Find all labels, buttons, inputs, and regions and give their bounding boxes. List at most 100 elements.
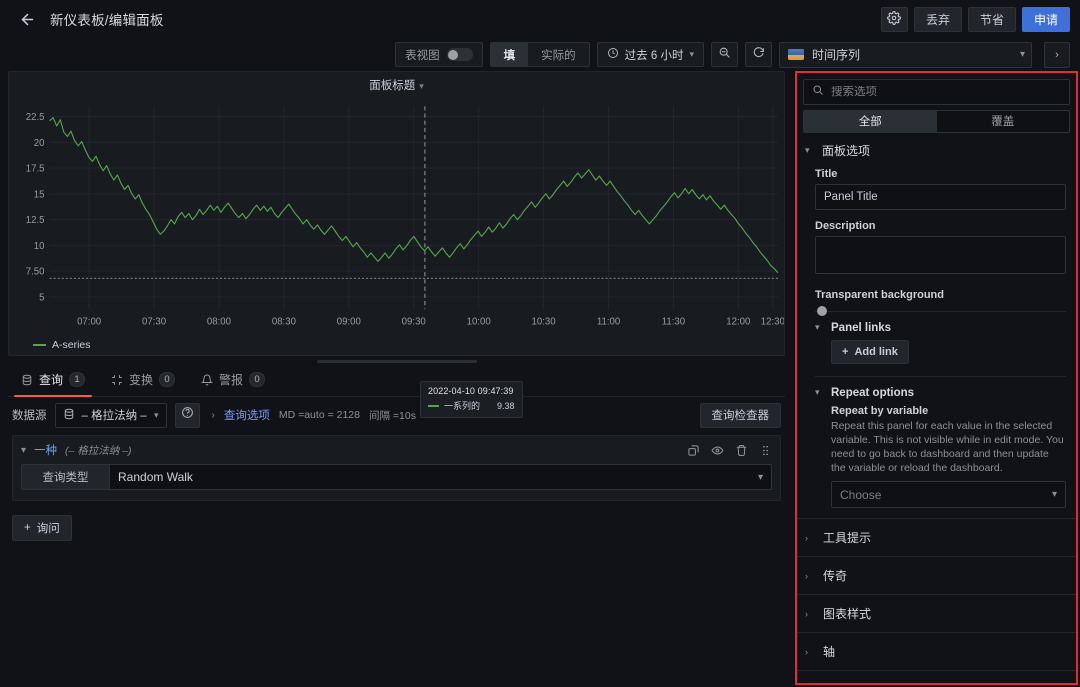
svg-text:08:30: 08:30	[272, 317, 297, 328]
table-view-toggle[interactable]: 表视图	[395, 42, 483, 67]
query-type-value: Random Walk	[118, 470, 193, 484]
duplicate-icon[interactable]	[687, 444, 700, 457]
timeseries-thumb-icon	[788, 49, 804, 60]
options-tab-all[interactable]: 全部	[804, 111, 937, 132]
fill-segment[interactable]: 填	[491, 43, 529, 66]
trash-icon[interactable]	[735, 444, 748, 457]
query-ref-id[interactable]: 一种	[34, 442, 57, 458]
options-scroll-area[interactable]: ▾ 面板选项 Title Description T	[797, 133, 1076, 683]
chart-legend[interactable]: A-series	[9, 335, 784, 355]
field-description: Description	[815, 220, 1066, 279]
query-options-toggle[interactable]: › 查询选项 MD =auto = 2128 间隔 =10s	[212, 407, 416, 423]
chevron-down-icon: ▾	[805, 145, 814, 156]
apply-button[interactable]: 申请	[1022, 7, 1070, 32]
dashboard-settings-button[interactable]	[881, 7, 908, 32]
breadcrumb[interactable]: 新仪表板/编辑面板	[50, 9, 164, 29]
chart-area[interactable]: 22.5 20 17.5 15 12.5 10 7.50 5 07:00	[9, 98, 784, 335]
legend-series-label[interactable]: A-series	[52, 339, 91, 351]
add-query-row: + 询问	[8, 501, 785, 541]
transparent-background-label: Transparent background	[815, 289, 1066, 301]
svg-text:08:00: 08:00	[207, 317, 232, 328]
svg-text:10:30: 10:30	[532, 317, 557, 328]
chevron-down-icon: ▾	[154, 410, 159, 421]
database-icon	[21, 374, 33, 386]
time-range-picker[interactable]: 过去 6 小时 ▾	[597, 42, 704, 67]
discard-button[interactable]: 丢弃	[914, 7, 962, 32]
chevron-down-icon: ▾	[815, 322, 824, 333]
svg-text:5: 5	[39, 292, 44, 303]
panel-links-header[interactable]: ▾ Panel links	[815, 318, 1066, 340]
fill-actual-segmented: 填 实际的	[490, 42, 590, 67]
add-link-button[interactable]: + Add link	[831, 340, 909, 364]
section-legend[interactable]: › 传奇	[797, 557, 1076, 595]
tab-transform[interactable]: 变换 0	[98, 371, 188, 396]
query-action-icons	[687, 444, 772, 457]
options-search-box[interactable]	[803, 79, 1070, 105]
back-arrow-icon[interactable]	[14, 6, 40, 32]
tab-queries[interactable]: 查询 1	[8, 371, 98, 396]
panel-title-menu[interactable]: 面板标题 ▾	[369, 77, 424, 93]
section-graph-styles[interactable]: › 图表样式	[797, 595, 1076, 633]
svg-text:10: 10	[34, 241, 45, 252]
datasource-help-button[interactable]	[175, 403, 200, 428]
visualization-name: 时间序列	[812, 46, 1012, 63]
refresh-icon	[752, 46, 765, 64]
description-textarea[interactable]	[815, 236, 1066, 274]
query-tabs: 查询 1 变换 0 警报 0	[8, 366, 785, 397]
drag-handle-icon[interactable]	[759, 444, 772, 457]
tab-alert[interactable]: 警报 0	[188, 371, 278, 396]
chevron-right-icon: ›	[1055, 49, 1059, 61]
database-icon	[63, 408, 75, 423]
svg-text:09:30: 09:30	[402, 317, 427, 328]
actual-segment[interactable]: 实际的	[528, 43, 589, 66]
field-transparent-background: Transparent background	[815, 289, 1066, 301]
description-field-label: Description	[815, 220, 1066, 232]
chevron-down-icon: ▾	[1020, 49, 1025, 60]
max-data-points-text: MD =auto = 2128	[279, 409, 360, 421]
chevron-down-icon[interactable]: ▾	[21, 445, 26, 456]
editor-toolbar: 表视图 填 实际的 过去 6 小时 ▾ 时间序列 ▾	[0, 38, 1080, 71]
viz-pane-toggle-button[interactable]: ›	[1044, 42, 1070, 68]
svg-text:10:00: 10:00	[467, 317, 492, 328]
title-input[interactable]	[815, 184, 1066, 210]
gear-icon	[887, 11, 901, 28]
panel-title-text: 面板标题	[369, 80, 415, 92]
table-view-switch[interactable]	[447, 48, 473, 61]
x-axis-labels: 07:00 07:30 08:00 08:30 09:00 09:30 10:0…	[77, 317, 784, 328]
svg-text:7.50: 7.50	[26, 267, 45, 278]
tab-queries-badge: 1	[69, 372, 85, 387]
section-standard-options[interactable]: › 标准选项	[797, 671, 1076, 683]
query-datasource-name: (– 格拉法纳 –)	[65, 443, 132, 458]
chevron-down-icon: ▾	[419, 81, 424, 91]
svg-text:12:00: 12:00	[726, 317, 751, 328]
repeat-help-text: Repeat this panel for each value in the …	[831, 420, 1066, 475]
search-input[interactable]	[831, 86, 1061, 98]
save-button[interactable]: 节省	[968, 7, 1016, 32]
datasource-select[interactable]: – 格拉法纳 – ▾	[55, 403, 167, 428]
section-panel-options-header[interactable]: ▾ 面板选项	[797, 133, 1076, 168]
zoom-out-button[interactable]	[711, 42, 738, 67]
zoom-out-icon	[718, 46, 731, 64]
chevron-right-icon: ›	[212, 410, 215, 421]
svg-text:09:00: 09:00	[337, 317, 362, 328]
resize-grip[interactable]	[317, 360, 477, 363]
repeat-options-header[interactable]: ▾ Repeat options	[815, 383, 1066, 405]
query-options-label: 查询选项	[224, 407, 270, 423]
options-tab-overrides[interactable]: 覆盖	[937, 111, 1070, 132]
add-query-button[interactable]: + 询问	[12, 515, 72, 541]
visualization-picker[interactable]: 时间序列 ▾	[779, 42, 1032, 68]
query-type-select[interactable]: Random Walk ▾	[109, 464, 772, 490]
svg-text:12:30: 12:30	[761, 317, 784, 328]
section-axis[interactable]: › 轴	[797, 633, 1076, 671]
refresh-button[interactable]	[745, 42, 772, 67]
bell-icon	[201, 374, 213, 386]
y-axis-labels: 22.5 20 17.5 15 12.5 10 7.50 5	[26, 112, 45, 303]
repeat-variable-select[interactable]: Choose ▾	[831, 481, 1066, 508]
query-inspector-button[interactable]: 查询检查器	[700, 403, 782, 428]
title-field-label: Title	[815, 168, 1066, 180]
section-standard-options-label: 标准选项	[823, 681, 871, 683]
section-tooltip[interactable]: › 工具提示	[797, 519, 1076, 557]
eye-icon[interactable]	[711, 444, 724, 457]
pane-resize-handle[interactable]	[8, 356, 785, 366]
section-tooltip-label: 工具提示	[823, 529, 871, 546]
